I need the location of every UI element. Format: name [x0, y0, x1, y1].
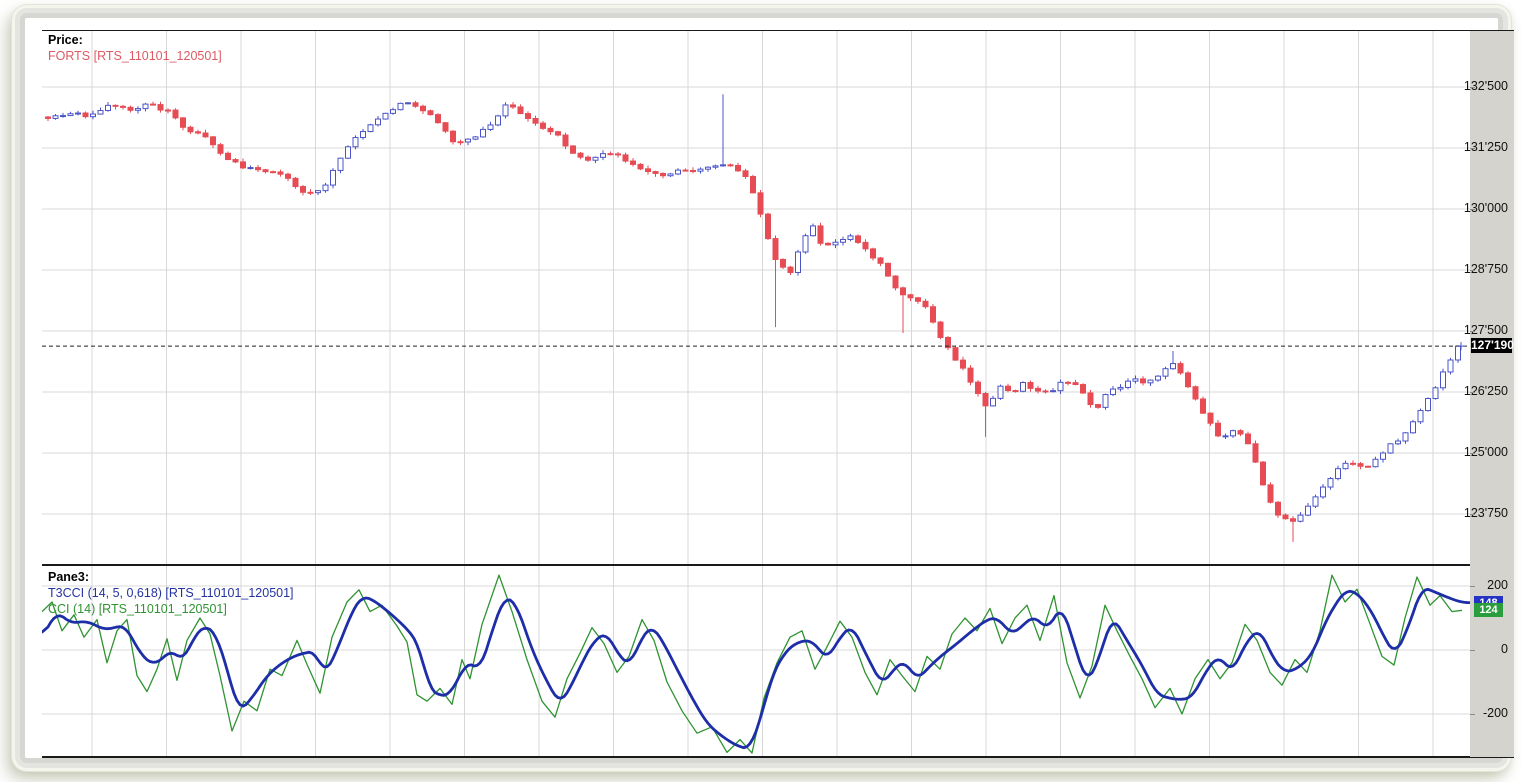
pane-top-border — [42, 30, 1514, 31]
indicator-axis-tick-label: 0 — [1501, 642, 1508, 656]
axis-tick-mark — [1470, 270, 1475, 271]
axis-tick-mark — [1470, 209, 1475, 210]
axis-tick-mark — [1470, 87, 1475, 88]
cci-value-box: 124 — [1474, 603, 1503, 618]
axis-tick-mark — [1470, 148, 1475, 149]
pane-separator[interactable] — [42, 564, 1514, 566]
price-series-label: FORTS [RTS_110101_120501] — [48, 49, 222, 63]
axis-tick-mark — [1470, 331, 1475, 332]
last-price-box: 127'190 — [1471, 338, 1514, 354]
price-axis-tick-label: 123'750 — [1463, 506, 1508, 520]
indicator-axis-tick-label: 200 — [1487, 578, 1508, 592]
price-pane-title: Price: — [48, 33, 83, 47]
axis-tick-mark — [1470, 453, 1475, 454]
indicator-pane-title: Pane3: — [48, 570, 89, 584]
pane-bottom-border — [42, 756, 1514, 758]
axis-tick-mark — [1470, 514, 1475, 515]
price-axis-tick-label: 125'000 — [1463, 445, 1508, 459]
price-axis-tick-label: 132'500 — [1463, 79, 1508, 93]
value-axis[interactable]: 132'500 131'250 130'000 128'750 127'500 126'2… — [1464, 31, 1514, 757]
chart-window: Price: FORTS [RTS_110101_120501] Pane3: … — [12, 5, 1514, 771]
axis-tick-mark — [1470, 586, 1475, 587]
price-axis-tick-label: 128'750 — [1463, 262, 1508, 276]
axis-tick-mark — [1470, 650, 1475, 651]
axis-tick-mark — [1470, 392, 1475, 393]
t3cci-series-label: T3CCI (14, 5, 0,618) [RTS_110101_120501] — [48, 586, 294, 600]
price-axis-tick-label: 126'250 — [1463, 384, 1508, 398]
price-chart-canvas[interactable] — [42, 30, 1470, 757]
price-axis-tick-label: 131'250 — [1463, 140, 1508, 154]
indicator-axis-tick-label: -200 — [1482, 706, 1508, 720]
price-axis-tick-label: 127'500 — [1463, 323, 1508, 337]
cci-series-label: CCI (14) [RTS_110101_120501] — [48, 602, 227, 616]
axis-tick-mark — [1470, 714, 1475, 715]
price-axis-tick-label: 130'000 — [1463, 201, 1508, 215]
